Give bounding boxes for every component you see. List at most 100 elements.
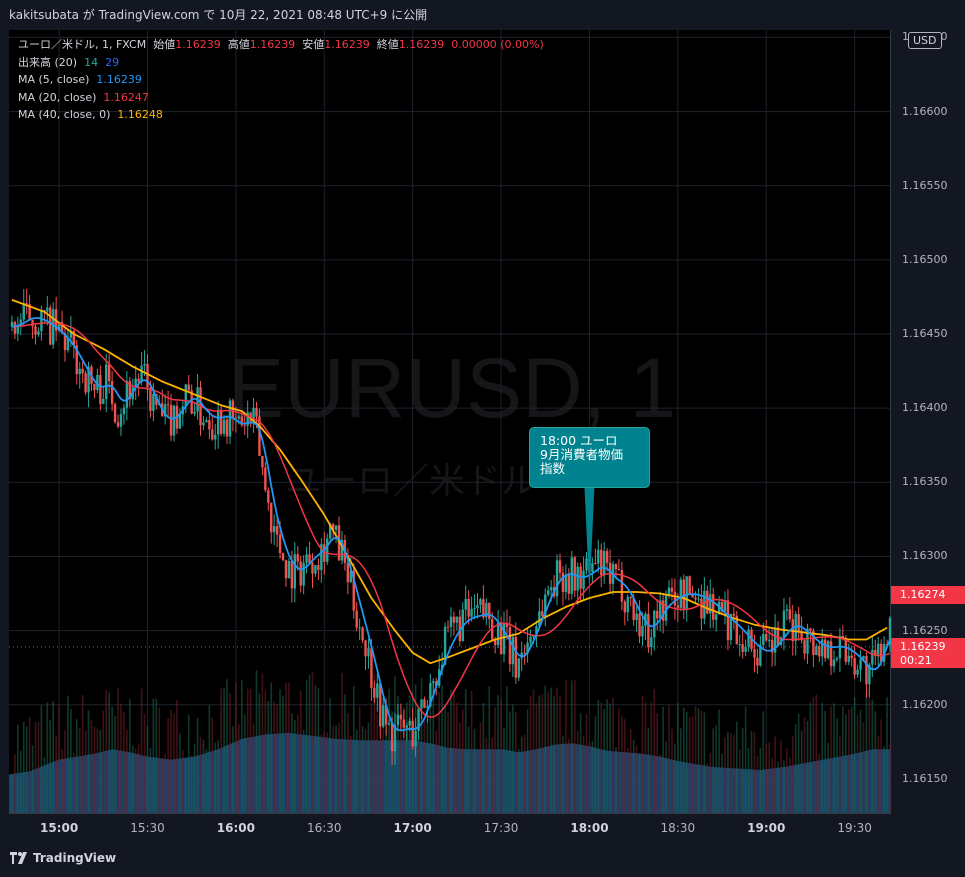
- candle-body: [541, 611, 544, 617]
- candle-body: [470, 608, 473, 617]
- annotation-line-1: 18:00 ユーロ: [540, 433, 618, 448]
- candle-body: [788, 609, 792, 620]
- candle-body: [37, 331, 40, 335]
- ma20-row[interactable]: MA (20, close) 1.16247: [18, 89, 544, 107]
- candle-body: [738, 644, 741, 646]
- candle-body: [508, 627, 512, 665]
- candle-body: [358, 627, 361, 629]
- candle-body: [49, 307, 52, 345]
- candle-body: [364, 640, 367, 657]
- candle-body: [673, 591, 677, 606]
- candle-body: [102, 399, 105, 404]
- candle-body: [667, 587, 671, 595]
- candle-body: [140, 365, 143, 382]
- candle-body: [125, 381, 129, 408]
- candle-body: [143, 363, 146, 366]
- ma20-value: 1.16247: [103, 90, 149, 104]
- candle-body: [78, 368, 81, 375]
- candle-body: [670, 587, 674, 592]
- candle-body: [464, 598, 467, 610]
- candle-body: [815, 646, 818, 656]
- candle-body: [635, 613, 638, 621]
- time-axis-label: 19:00: [747, 821, 786, 835]
- candle-body: [184, 384, 187, 407]
- candle-body: [835, 658, 839, 660]
- candle-body: [396, 714, 400, 726]
- ma5-line: [11, 317, 891, 732]
- candle-body: [582, 570, 585, 589]
- ma5-row[interactable]: MA (5, close) 1.16239: [18, 71, 544, 89]
- candle-body: [149, 387, 152, 411]
- candle-body: [267, 490, 270, 503]
- candle-body: [853, 658, 856, 675]
- candle-body: [488, 602, 491, 620]
- price-axis-label: 1.16400: [902, 401, 948, 415]
- candle-body: [323, 544, 326, 562]
- candle-body: [782, 610, 786, 638]
- candle-body: [261, 455, 264, 468]
- tradingview-brand[interactable]: TradingView: [10, 851, 116, 865]
- candle-body: [467, 598, 470, 617]
- candle-body: [270, 502, 273, 533]
- candle-body: [110, 381, 114, 405]
- candle-body: [122, 407, 126, 415]
- price-axis-label: 1.16200: [902, 697, 948, 711]
- candle-body: [237, 416, 241, 419]
- candle-body: [682, 579, 685, 609]
- high-value: 1.16239: [249, 38, 296, 51]
- candle-body: [767, 639, 771, 641]
- candle-body: [299, 561, 302, 586]
- candle-body: [99, 374, 102, 404]
- candle-body: [576, 566, 579, 591]
- candle-body: [647, 613, 650, 648]
- ma40-row[interactable]: MA (40, close, 0) 1.16248: [18, 106, 544, 124]
- ma40-value: 1.16248: [117, 108, 163, 121]
- volume-label: 出来高 (20): [18, 55, 78, 69]
- candle-body: [638, 613, 641, 637]
- last-high-price: 1.16274: [900, 588, 946, 601]
- candle-body: [600, 549, 603, 576]
- candle-body: [479, 599, 482, 606]
- open-value: 1.16239: [175, 38, 221, 51]
- candle-body: [187, 384, 190, 391]
- candle-body: [51, 309, 55, 345]
- candle-body: [382, 705, 385, 727]
- candle-body: [225, 419, 229, 437]
- candle-body: [676, 605, 680, 608]
- time-axis-label: 16:30: [306, 821, 342, 835]
- candle-body: [585, 558, 588, 571]
- candle-body: [387, 723, 391, 725]
- candle-body: [305, 554, 308, 563]
- candle-body: [293, 554, 297, 589]
- candle-body: [641, 625, 644, 637]
- time-axis-label: 18:00: [570, 821, 609, 835]
- volume-row[interactable]: 出来高 (20) 14 29: [18, 54, 544, 72]
- candle-body: [826, 641, 830, 659]
- candle-body: [818, 646, 821, 657]
- candle-body: [514, 636, 517, 678]
- candle-body: [25, 303, 28, 305]
- candle-body: [13, 321, 17, 334]
- tradingview-logo-icon: [10, 852, 27, 864]
- candle-body: [119, 414, 123, 427]
- current-price: 1.16239: [900, 639, 946, 653]
- candle-body: [107, 364, 111, 382]
- symbol-label[interactable]: ユーロ／米ドル, 1, FXCM: [18, 38, 146, 51]
- low-value: 1.16239: [324, 38, 370, 51]
- bar-countdown: 00:21: [900, 653, 932, 667]
- price-chart[interactable]: [0, 0, 965, 877]
- candle-body: [664, 594, 668, 621]
- currency-label[interactable]: USD: [908, 32, 942, 49]
- candle-body: [753, 649, 756, 658]
- time-axis-label: 16:00: [216, 821, 255, 835]
- candle-body: [547, 590, 550, 595]
- price-axis-label: 1.16450: [902, 327, 948, 340]
- ohlc-row: ユーロ／米ドル, 1, FXCM 始値1.16239 高値1.16239 安値1…: [18, 36, 544, 54]
- event-annotation[interactable]: 18:00 ユーロ 9月消費者物価 指数: [529, 427, 650, 488]
- candle-body: [166, 404, 170, 406]
- candle-body: [202, 422, 205, 426]
- candle-body: [797, 613, 800, 632]
- annotation-pointer: [584, 487, 595, 596]
- candle-body: [311, 563, 314, 574]
- annotation-line-3: 指数: [540, 461, 566, 476]
